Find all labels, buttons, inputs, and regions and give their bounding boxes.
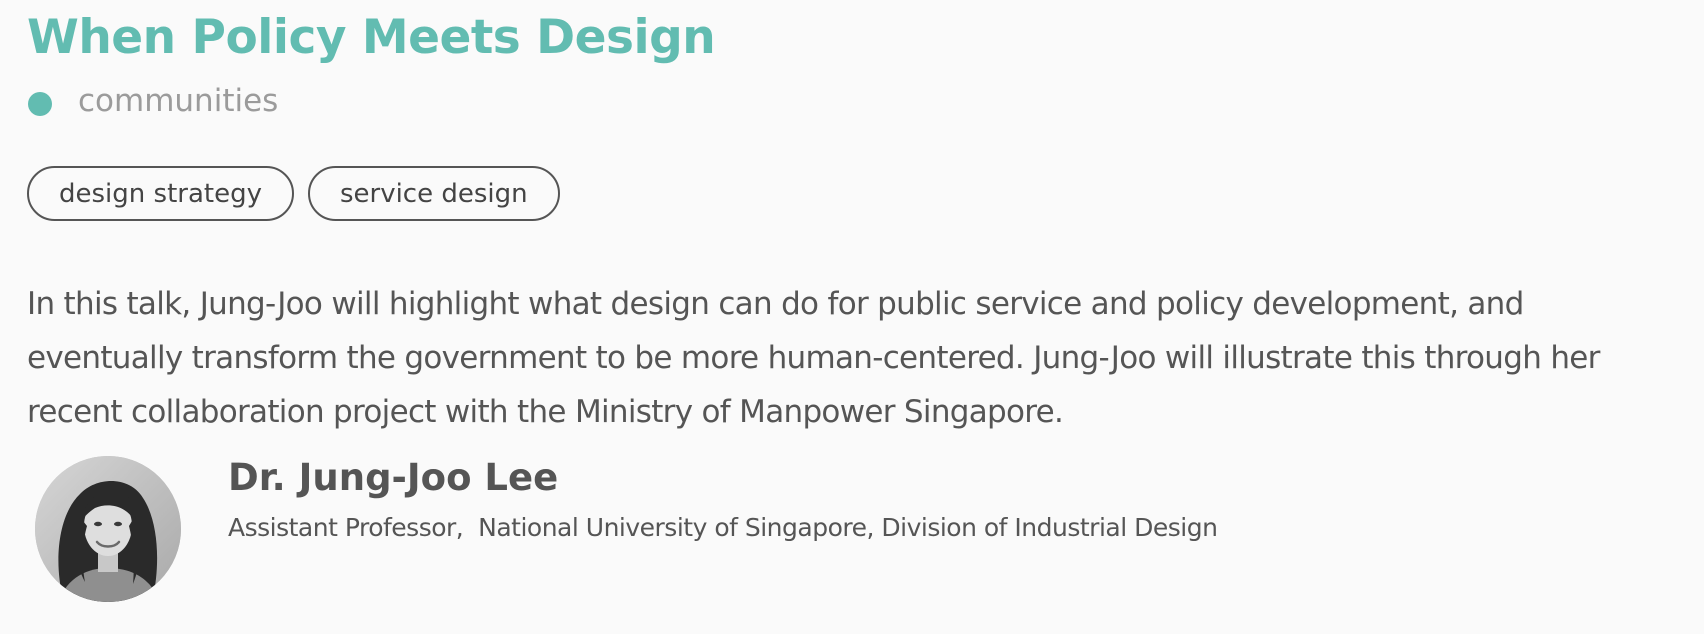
tag-list: design strategy service design bbox=[27, 166, 560, 221]
category-label: communities bbox=[78, 83, 279, 119]
speaker-affiliation: Assistant Professor, National University… bbox=[228, 513, 1218, 542]
talk-title: When Policy Meets Design bbox=[27, 10, 716, 65]
talk-description: In this talk, Jung-Joo will highlight wh… bbox=[27, 286, 1600, 430]
tag-design-strategy[interactable]: design strategy bbox=[27, 166, 294, 221]
speaker-name: Dr. Jung-Joo Lee bbox=[228, 456, 559, 499]
speaker-portrait-icon bbox=[35, 456, 181, 602]
talk-card: When Policy Meets Design communities des… bbox=[0, 0, 1704, 634]
speaker-avatar bbox=[35, 456, 181, 602]
tag-service-design[interactable]: service design bbox=[307, 166, 560, 221]
category-row: communities bbox=[28, 76, 278, 126]
category-dot-icon bbox=[28, 92, 52, 116]
